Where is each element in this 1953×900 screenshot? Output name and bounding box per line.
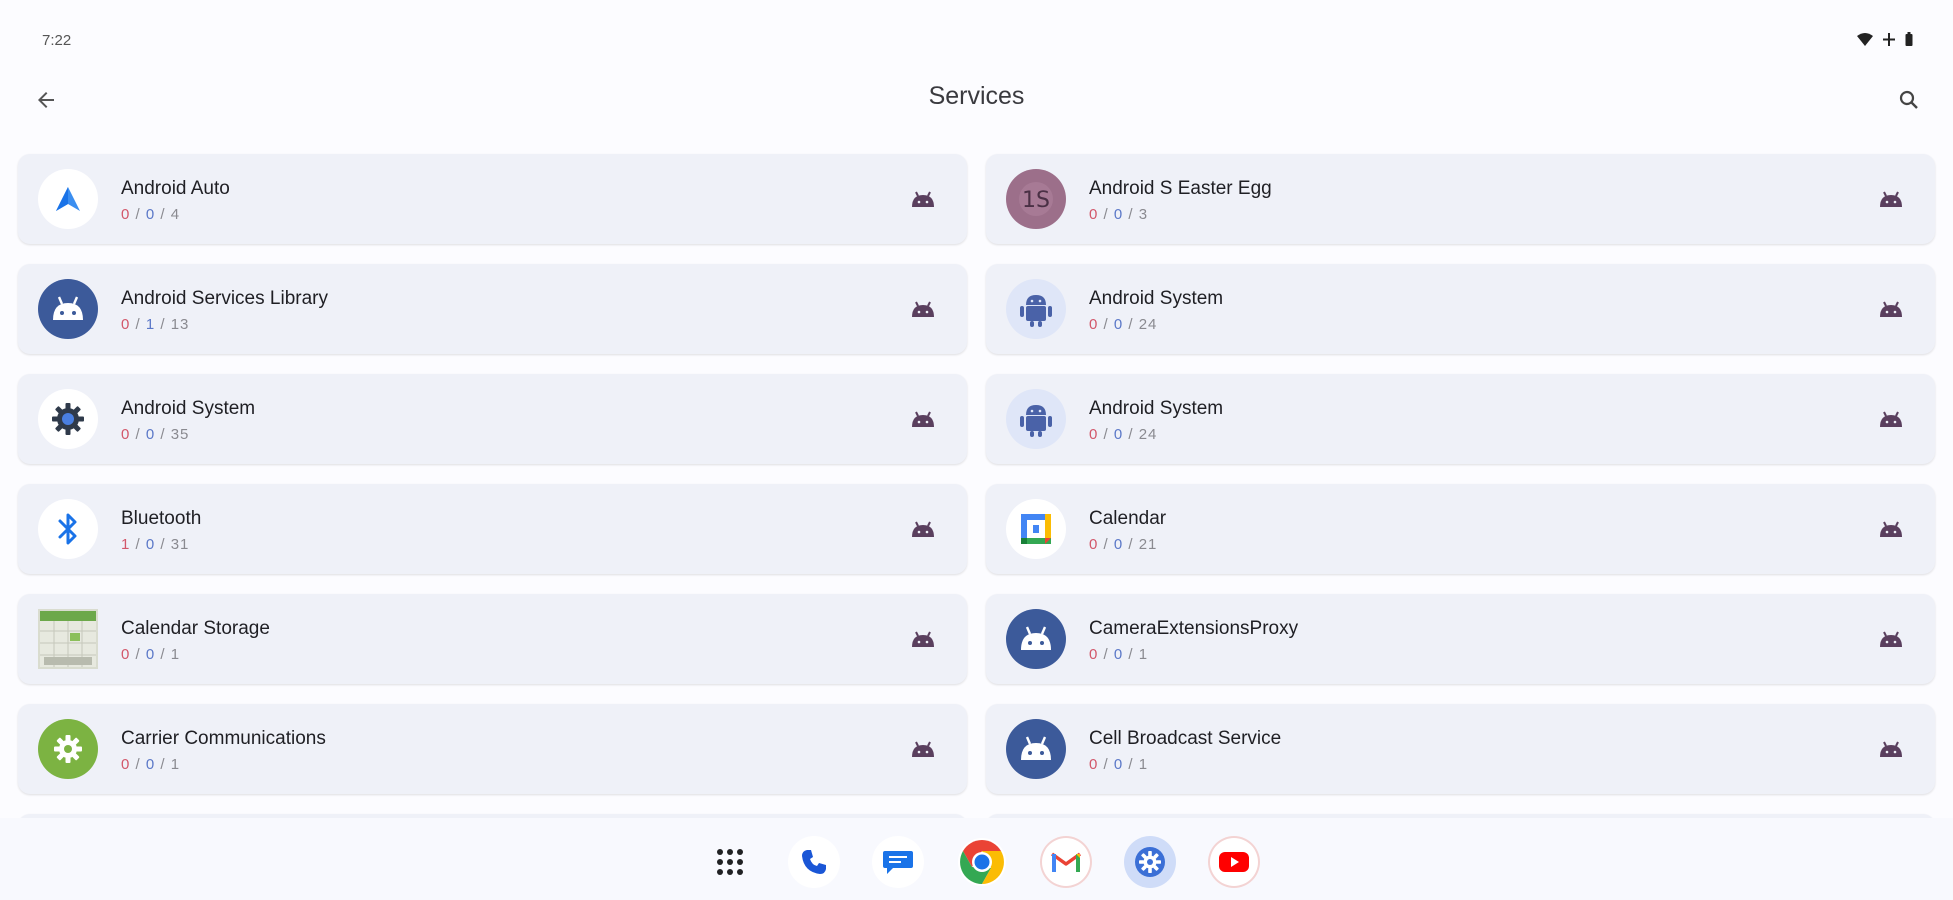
taskbar-dock (0, 818, 1953, 900)
app-name: Android S Easter Egg (1089, 178, 1272, 199)
services-screen: 7:22 Services Android Auto 0 / 0 / 4 1S … (0, 0, 1953, 900)
android-badge-icon (1877, 187, 1905, 211)
app-counts: 0 / 0 / 3 (1089, 206, 1149, 223)
list-item[interactable]: Calendar Storage 0 / 0 / 1 (18, 594, 967, 684)
wifi-icon (1857, 32, 1873, 49)
top-app-bar: Services (0, 70, 1953, 140)
chrome-app-button[interactable] (956, 836, 1008, 888)
list-item[interactable]: Cell Broadcast Service 0 / 0 / 1 (986, 704, 1935, 794)
app-name: Carrier Communications (121, 728, 326, 749)
settings-icon (1135, 847, 1165, 877)
app-drawer-icon (717, 849, 743, 875)
app-name: CameraExtensionsProxy (1089, 618, 1299, 639)
status-bar: 7:22 (0, 0, 1953, 70)
app-counts: 0 / 0 / 1 (1089, 646, 1149, 663)
android-badge-icon (1877, 737, 1905, 761)
status-icons (1857, 32, 1913, 49)
calendar-icon (1006, 499, 1066, 559)
gmail-app-button[interactable] (1040, 836, 1092, 888)
messages-app-button[interactable] (872, 836, 924, 888)
list-item[interactable]: Android Services Library 0 / 1 / 13 (18, 264, 967, 354)
easter-egg-icon: 1S (1006, 169, 1066, 229)
android-badge-icon (909, 187, 937, 211)
settings-app-button[interactable] (1124, 836, 1176, 888)
android-badge-icon (909, 627, 937, 651)
gmail-icon (1050, 852, 1082, 872)
list-item[interactable]: 1S Android S Easter Egg 0 / 0 / 3 (986, 154, 1935, 244)
phone-icon (802, 850, 826, 874)
android-robot-icon (1006, 719, 1066, 779)
list-item[interactable]: Calendar 0 / 0 / 21 (986, 484, 1935, 574)
services-list: Android Auto 0 / 0 / 4 1S Android S East… (18, 154, 1935, 854)
app-name: Calendar (1089, 508, 1167, 529)
app-name: Android System (1089, 398, 1224, 419)
list-item[interactable]: CameraExtensionsProxy 0 / 0 / 1 (986, 594, 1935, 684)
list-item[interactable]: Android System 0 / 0 / 24 (986, 374, 1935, 464)
youtube-icon (1219, 852, 1249, 872)
app-name: Cell Broadcast Service (1089, 728, 1282, 749)
app-counts: 0 / 0 / 1 (121, 646, 181, 663)
carrier-gear-icon (38, 719, 98, 779)
signal-icon (1883, 32, 1895, 49)
android-badge-icon (909, 737, 937, 761)
app-counts: 1 / 0 / 31 (121, 536, 190, 553)
android-badge-icon (1877, 627, 1905, 651)
list-item[interactable]: Android System 0 / 0 / 35 (18, 374, 967, 464)
battery-icon (1905, 32, 1913, 49)
app-counts: 0 / 0 / 4 (121, 206, 181, 223)
search-icon (1899, 90, 1918, 109)
app-name: Android System (1089, 288, 1224, 309)
svg-text:1S: 1S (1022, 188, 1050, 213)
app-name: Android System (121, 398, 256, 419)
android-robot-icon (1006, 609, 1066, 669)
settings-gear-icon (38, 389, 98, 449)
app-counts: 0 / 0 / 1 (1089, 756, 1149, 773)
android-auto-icon (38, 169, 98, 229)
app-drawer-button[interactable] (704, 836, 756, 888)
app-counts: 0 / 0 / 21 (1089, 536, 1158, 553)
android-badge-icon (909, 517, 937, 541)
chrome-icon (958, 838, 1006, 886)
app-name: Android Auto (121, 178, 230, 199)
android-badge-icon (1877, 517, 1905, 541)
search-button[interactable] (1889, 80, 1929, 120)
app-counts: 0 / 0 / 24 (1089, 426, 1158, 443)
messages-icon (883, 851, 913, 874)
android-badge-icon (909, 407, 937, 431)
app-name: Bluetooth (121, 508, 202, 529)
android-badge-icon (1877, 297, 1905, 321)
app-counts: 0 / 0 / 35 (121, 426, 190, 443)
android-badge-icon (909, 297, 937, 321)
list-item[interactable]: Android System 0 / 0 / 24 (986, 264, 1935, 354)
status-time: 7:22 (42, 32, 72, 49)
android-badge-icon (1877, 407, 1905, 431)
calendar-storage-icon (38, 609, 98, 669)
android-system-icon (1006, 279, 1066, 339)
bluetooth-icon (38, 499, 98, 559)
app-counts: 0 / 0 / 24 (1089, 316, 1158, 333)
list-item[interactable]: Bluetooth 1 / 0 / 31 (18, 484, 967, 574)
list-item[interactable]: Android Auto 0 / 0 / 4 (18, 154, 967, 244)
youtube-app-button[interactable] (1208, 836, 1260, 888)
app-name: Calendar Storage (121, 618, 270, 639)
app-counts: 0 / 1 / 13 (121, 316, 190, 333)
app-name: Android Services Library (121, 288, 328, 309)
android-system-icon (1006, 389, 1066, 449)
list-item[interactable]: Carrier Communications 0 / 0 / 1 (18, 704, 967, 794)
app-counts: 0 / 0 / 1 (121, 756, 181, 773)
phone-app-button[interactable] (788, 836, 840, 888)
android-robot-icon (38, 279, 98, 339)
page-title: Services (928, 82, 1025, 110)
dock-items (704, 836, 1260, 888)
